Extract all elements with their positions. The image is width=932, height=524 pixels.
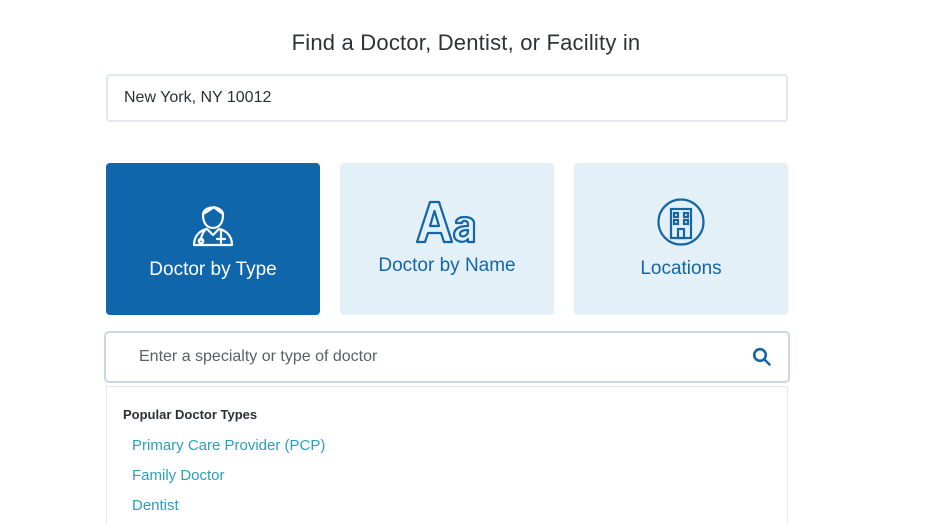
dropdown-heading: Popular Doctor Types <box>123 407 258 422</box>
page-title: Find a Doctor, Dentist, or Facility in <box>291 30 641 55</box>
building-icon <box>574 197 788 247</box>
dropdown-item-pcp[interactable]: Primary Care Provider (PCP) <box>132 437 325 454</box>
search-icon[interactable] <box>752 347 772 367</box>
dropdown-item-family-doctor[interactable]: Family Doctor <box>132 467 225 484</box>
location-input[interactable] <box>106 74 788 122</box>
tile-label: Doctor by Type <box>149 259 277 280</box>
popular-types-dropdown: Popular Doctor Types Primary Care Provid… <box>106 386 788 524</box>
tile-label: Doctor by Name <box>378 255 516 276</box>
dropdown-item-dentist[interactable]: Dentist <box>132 497 179 514</box>
tile-doctor-by-name[interactable]: Doctor by Name <box>340 163 554 315</box>
doctor-icon <box>106 199 320 247</box>
tile-label: Locations <box>640 258 722 279</box>
tile-doctor-by-type[interactable]: Doctor by Type <box>106 163 320 315</box>
specialty-input[interactable] <box>106 333 788 381</box>
specialty-search-field <box>104 331 790 383</box>
tile-locations[interactable]: Locations <box>574 163 788 315</box>
text-aa-icon <box>340 199 554 245</box>
